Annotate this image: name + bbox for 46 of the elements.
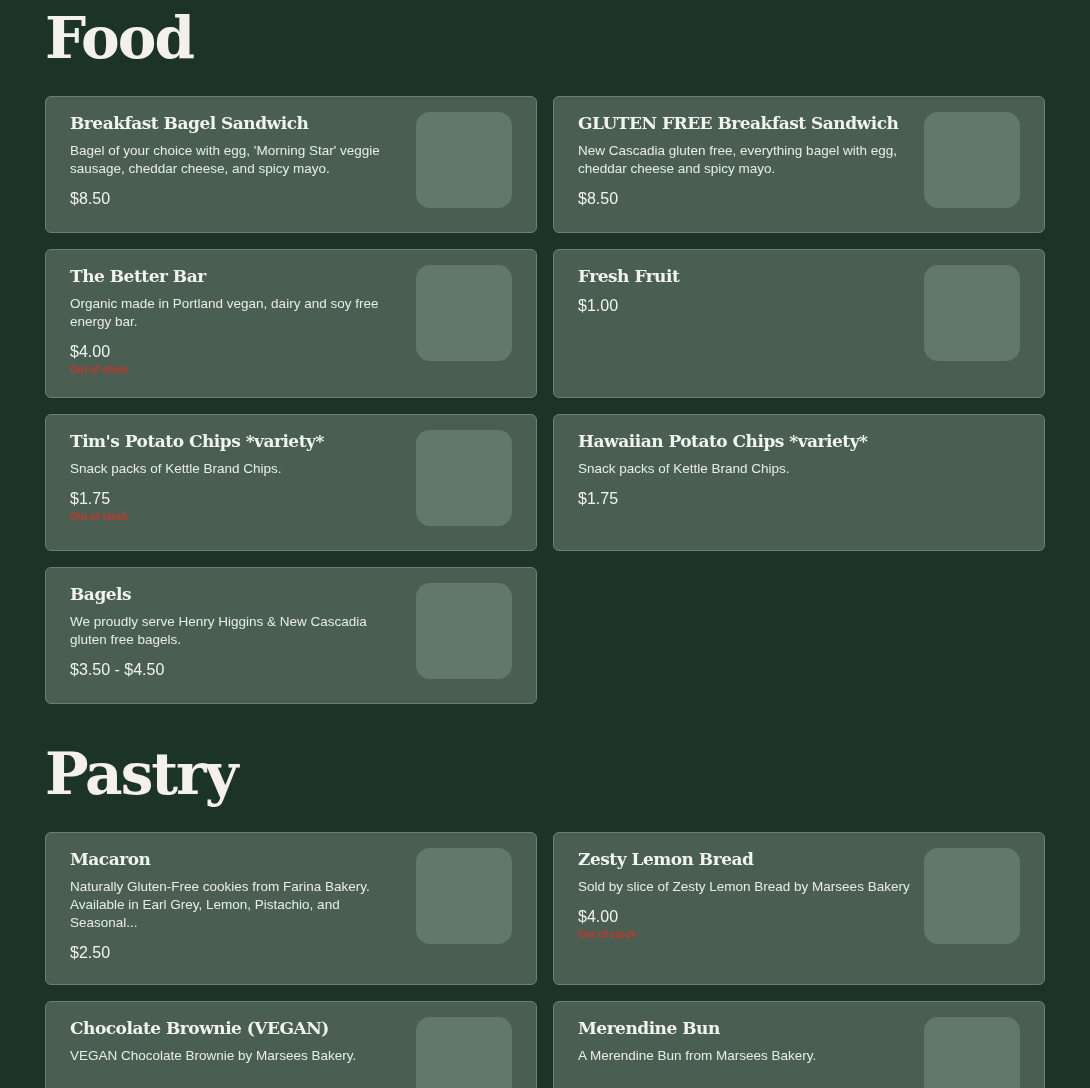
item-price: $4.00 <box>70 342 111 362</box>
item-price: $1.75 <box>70 489 111 509</box>
item-name: Chocolate Brownie (VEGAN) <box>70 1017 329 1039</box>
item-description: Bagel of your choice with egg, 'Morning Star' veggie sausage, cheddar cheese, and spicy mayo. <box>70 142 381 178</box>
item-description: Sold by slice of Zesty Lemon Bread by Marsees Bakery <box>578 878 910 896</box>
item-description: A Merendine Bun from Marsees Bakery. <box>578 1047 817 1065</box>
menu-item-card[interactable]: Fresh Fruit $1.00 <box>553 249 1045 398</box>
item-description: Snack packs of Kettle Brand Chips. <box>70 460 282 478</box>
section-heading: Food <box>45 3 195 74</box>
item-name: GLUTEN FREE Breakfast Sandwich <box>578 112 899 134</box>
item-price: $8.50 <box>578 189 619 209</box>
menu-item-card[interactable]: The Better Bar Organic made in Portland vegan, dairy and soy free energy bar. $4.00 Out of stock <box>45 249 537 398</box>
item-name: Bagels <box>70 583 132 605</box>
item-name: Tim's Potato Chips *variety* <box>70 430 324 452</box>
menu-item-card[interactable]: Tim's Potato Chips *variety* Snack packs of Kettle Brand Chips. $1.75 Out of stock <box>45 414 537 551</box>
out-of-stock-label: Out of stock <box>70 363 129 377</box>
item-description: VEGAN Chocolate Brownie by Marsees Bakery. <box>70 1047 357 1065</box>
item-name: Merendine Bun <box>578 1017 720 1039</box>
item-name: Hawaiian Potato Chips *variety* <box>578 430 868 452</box>
item-price: $1.00 <box>578 296 619 316</box>
out-of-stock-label: Out of stock <box>578 928 637 942</box>
menu-item-card[interactable]: Bagels We proudly serve Henry Higgins & New Cascadia gluten free bagels. $3.50 - $4.50 <box>45 567 537 704</box>
item-description: Organic made in Portland vegan, dairy and soy free energy bar. <box>70 295 380 331</box>
menu-item-card[interactable]: Chocolate Brownie (VEGAN) VEGAN Chocolate Brownie by Marsees Bakery. <box>45 1001 537 1088</box>
item-description: We proudly serve Henry Higgins & New Cascadia gluten free bagels. <box>70 613 368 649</box>
out-of-stock-label: Out of stock <box>70 510 129 524</box>
item-price: $3.50 - $4.50 <box>70 660 165 680</box>
item-price: $1.75 <box>578 489 619 509</box>
item-name: Zesty Lemon Bread <box>578 848 754 870</box>
item-name: Macaron <box>70 848 151 870</box>
item-description: Snack packs of Kettle Brand Chips. <box>578 460 790 478</box>
section-heading: Pastry <box>45 739 240 810</box>
menu-item-card[interactable]: Zesty Lemon Bread Sold by slice of Zesty Lemon Bread by Marsees Bakery $4.00 Out of stock <box>553 832 1045 985</box>
item-price: $8.50 <box>70 189 111 209</box>
item-price: $4.00 <box>578 907 619 927</box>
item-name: Fresh Fruit <box>578 265 680 287</box>
item-description: New Cascadia gluten free, everything bagel with egg, cheddar cheese and spicy mayo. <box>578 142 898 178</box>
item-name: The Better Bar <box>70 265 206 287</box>
menu-item-card[interactable]: Breakfast Bagel Sandwich Bagel of your choice with egg, 'Morning Star' veggie sausage, cheddar cheese, and spicy mayo. $8.50 <box>45 96 537 233</box>
menu-item-card[interactable]: Merendine Bun A Merendine Bun from Marsees Bakery. <box>553 1001 1045 1088</box>
menu-item-card[interactable]: GLUTEN FREE Breakfast Sandwich New Cascadia gluten free, everything bagel with egg, cheddar cheese and spicy mayo. $8.50 <box>553 96 1045 233</box>
menu-item-card[interactable]: Hawaiian Potato Chips *variety* Snack packs of Kettle Brand Chips. $1.75 <box>553 414 1045 551</box>
item-description: Naturally Gluten-Free cookies from Farina Bakery. Available in Earl Grey, Lemon, Pistachio, and Seasonal... <box>70 878 371 932</box>
menu-item-card[interactable]: Macaron Naturally Gluten-Free cookies from Farina Bakery. Available in Earl Grey, Lemon, Pistachio, and Seasonal... $2.50 <box>45 832 537 985</box>
item-price: $2.50 <box>70 943 111 963</box>
item-name: Breakfast Bagel Sandwich <box>70 112 309 134</box>
